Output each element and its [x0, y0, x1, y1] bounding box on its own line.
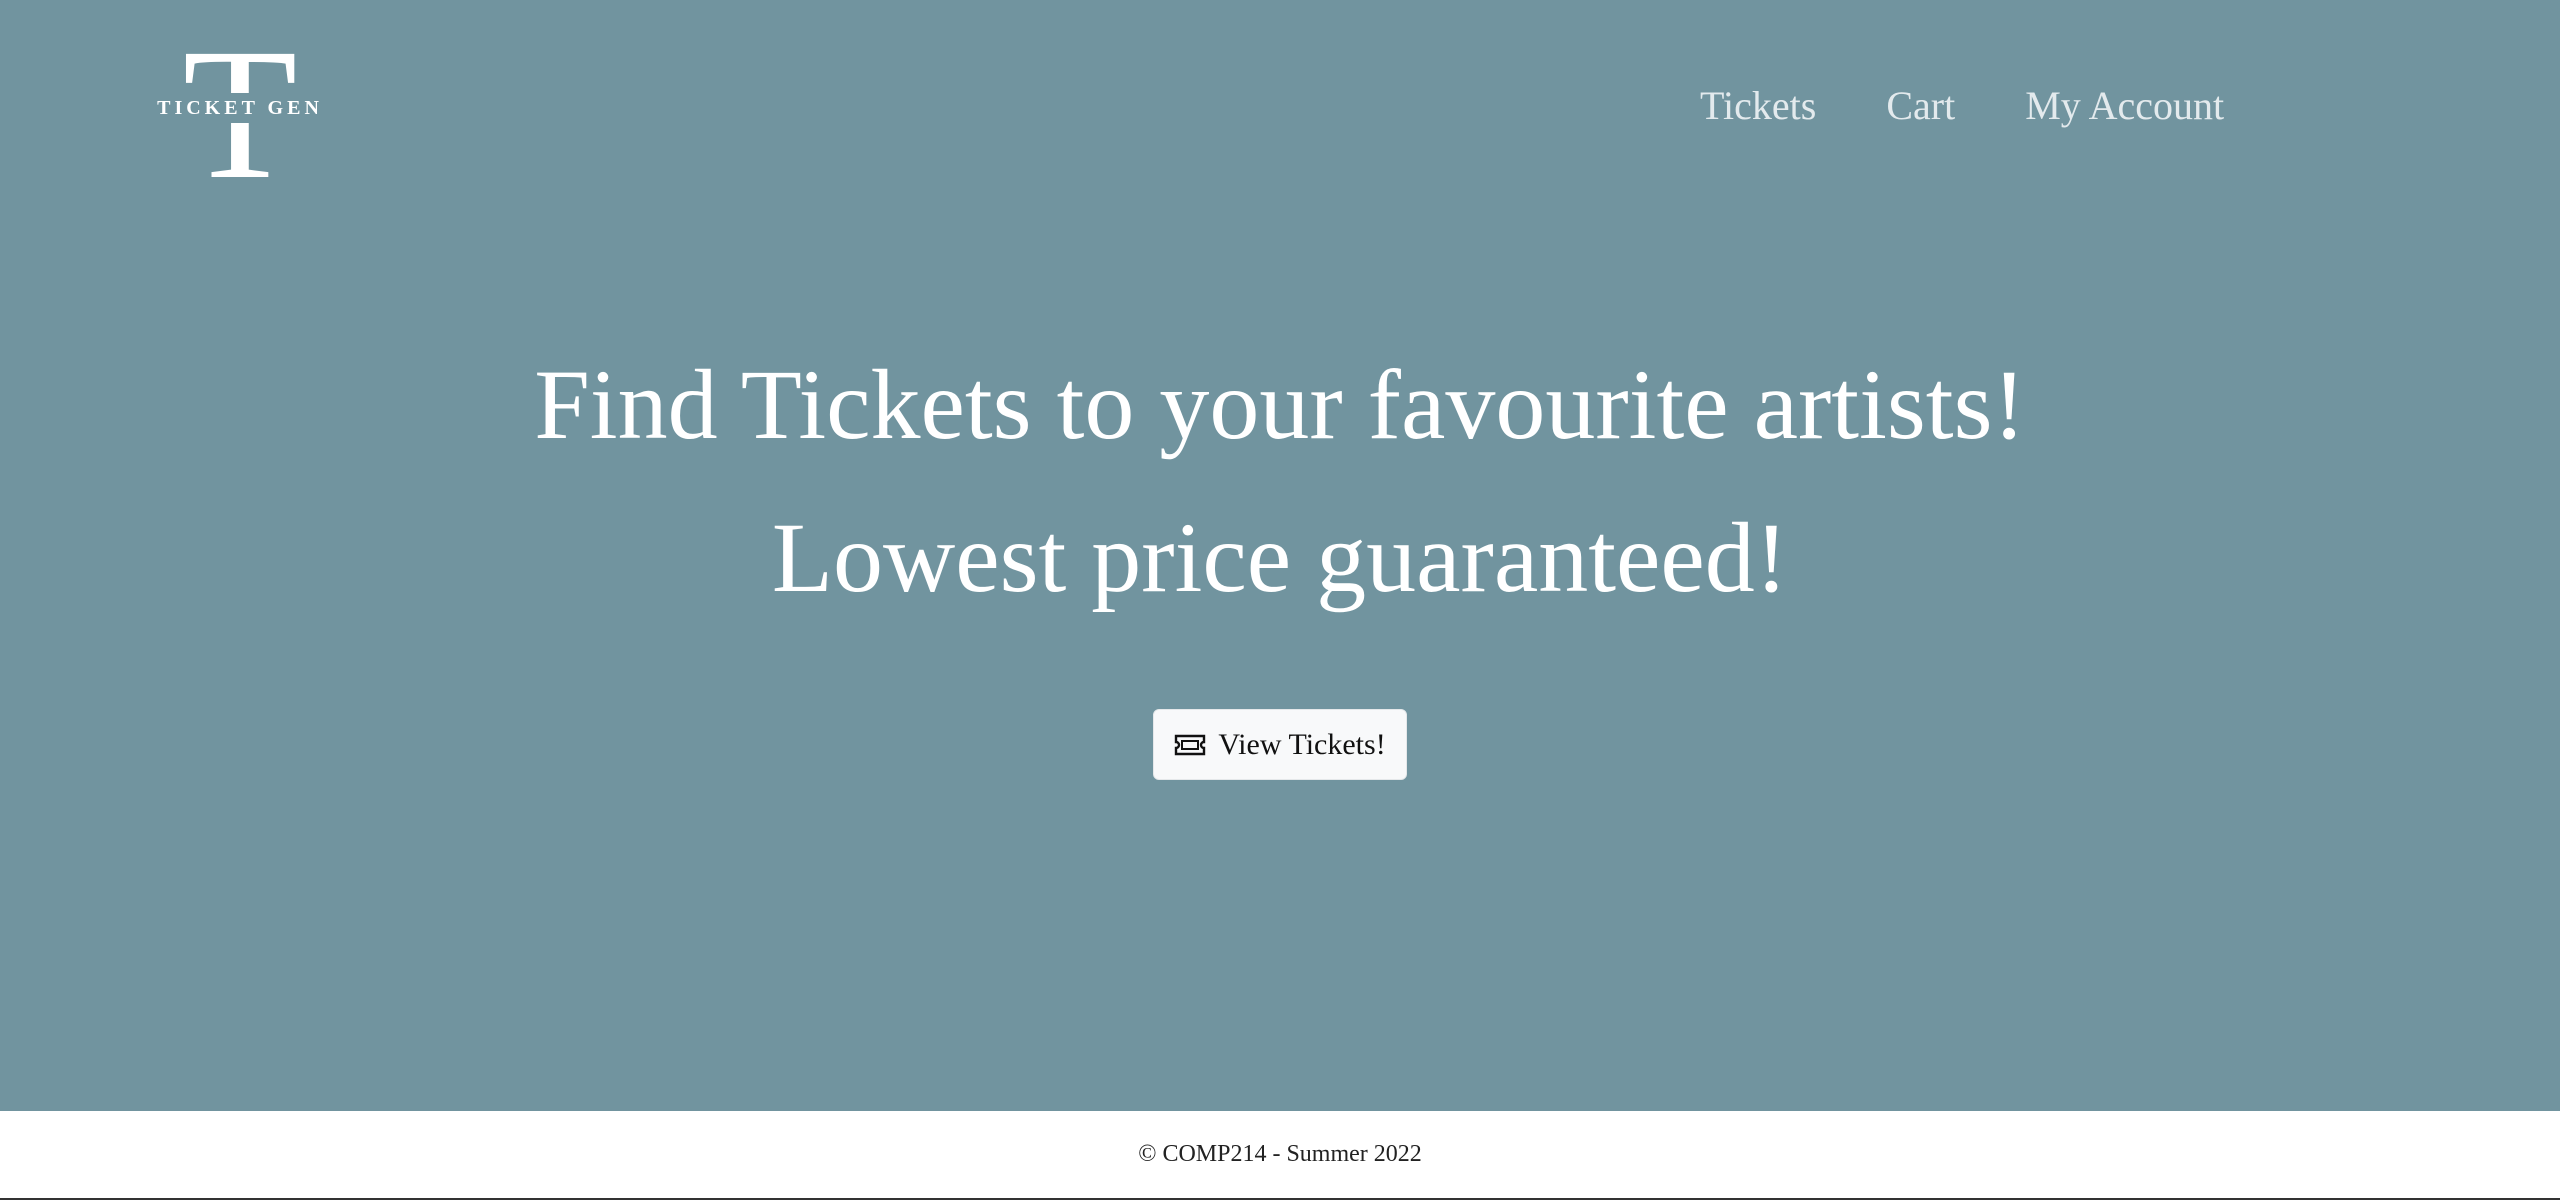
nav-item-cart[interactable]: Cart: [1886, 78, 1955, 134]
view-tickets-label: View Tickets!: [1218, 727, 1386, 761]
main-nav: Tickets Cart My Account: [1700, 78, 2224, 134]
ticket-icon: [1174, 733, 1206, 757]
ticket-gen-logo[interactable]: T TICKET GEN: [150, 20, 330, 208]
logo-text: TICKET GEN: [157, 97, 323, 119]
footer-copyright: © COMP214 - Summer 2022: [1138, 1141, 1422, 1167]
hero-subheadline: Lowest price guaranteed!: [771, 502, 1789, 613]
hero-section: T TICKET GEN Tickets Cart My Account Fin…: [0, 0, 2560, 1111]
nav-item-my-account[interactable]: My Account: [2025, 78, 2224, 134]
footer: © COMP214 - Summer 2022: [0, 1111, 2560, 1200]
hero-headline: Find Tickets to your favourite artists!: [534, 349, 2026, 460]
nav-item-tickets[interactable]: Tickets: [1700, 78, 1816, 134]
view-tickets-button[interactable]: View Tickets!: [1153, 709, 1407, 780]
